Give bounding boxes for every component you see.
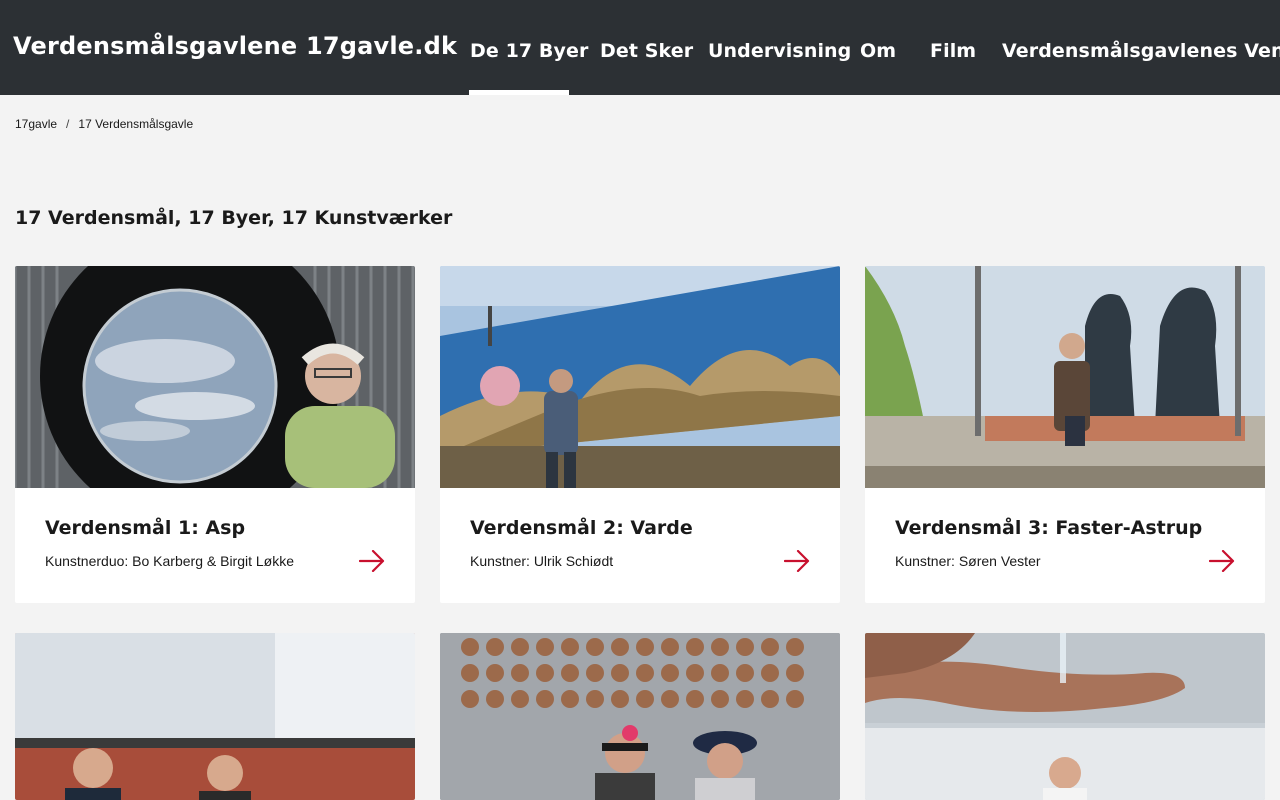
card-title: Verdensmål 3: Faster-Astrup — [895, 517, 1203, 539]
site-header: Verdensmålsgavlene 17gavle.dk De 17 Byer… — [0, 0, 1280, 95]
nav-item-venner[interactable]: Verdensmålsgavlenes Venner — [1002, 40, 1280, 62]
card-title: Verdensmål 2: Varde — [470, 517, 693, 539]
nav-item-de-17-byer[interactable]: De 17 Byer — [470, 40, 588, 62]
card-image-globe — [15, 266, 415, 488]
card-image-desert-mural — [440, 266, 840, 488]
artwork-card-6[interactable] — [865, 633, 1265, 800]
active-nav-indicator — [469, 90, 569, 95]
breadcrumb-current: 17 Verdensmålsgavle — [78, 117, 194, 131]
nav-item-undervisning[interactable]: Undervisning — [708, 40, 851, 62]
arrow-right-icon[interactable] — [1209, 550, 1235, 572]
breadcrumb-home-link[interactable]: 17gavle — [15, 117, 57, 131]
artwork-card-5[interactable] — [440, 633, 840, 800]
page-title: 17 Verdensmål, 17 Byer, 17 Kunstværker — [15, 207, 453, 229]
nav-item-om[interactable]: Om — [860, 40, 896, 62]
card-image-hand-water-mural — [865, 633, 1265, 800]
card-image-text-mural — [15, 633, 415, 800]
artwork-card-asp[interactable]: Verdensmål 1: Asp Kunstnerduo: Bo Karber… — [15, 266, 415, 603]
card-subtitle: Kunstner: Søren Vester — [895, 553, 1041, 569]
card-subtitle: Kunstner: Ulrik Schiødt — [470, 553, 614, 569]
card-image-bench-mural — [865, 266, 1265, 488]
breadcrumb: 17gavle / 17 Verdensmålsgavle — [15, 117, 193, 131]
artwork-card-faster-astrup[interactable]: Verdensmål 3: Faster-Astrup Kunstner: Sø… — [865, 266, 1265, 603]
nav-item-film[interactable]: Film — [930, 40, 976, 62]
artwork-card-4[interactable] — [15, 633, 415, 800]
breadcrumb-separator: / — [66, 117, 70, 131]
card-image-coin-wall — [440, 633, 840, 800]
card-title: Verdensmål 1: Asp — [45, 517, 246, 539]
nav-item-det-sker[interactable]: Det Sker — [600, 40, 693, 62]
artwork-card-varde[interactable]: Verdensmål 2: Varde Kunstner: Ulrik Schi… — [440, 266, 840, 603]
site-title-link[interactable]: Verdensmålsgavlene 17gavle.dk — [13, 32, 457, 60]
arrow-right-icon[interactable] — [359, 550, 385, 572]
arrow-right-icon[interactable] — [784, 550, 810, 572]
card-subtitle: Kunstnerduo: Bo Karberg & Birgit Løkke — [45, 553, 295, 569]
